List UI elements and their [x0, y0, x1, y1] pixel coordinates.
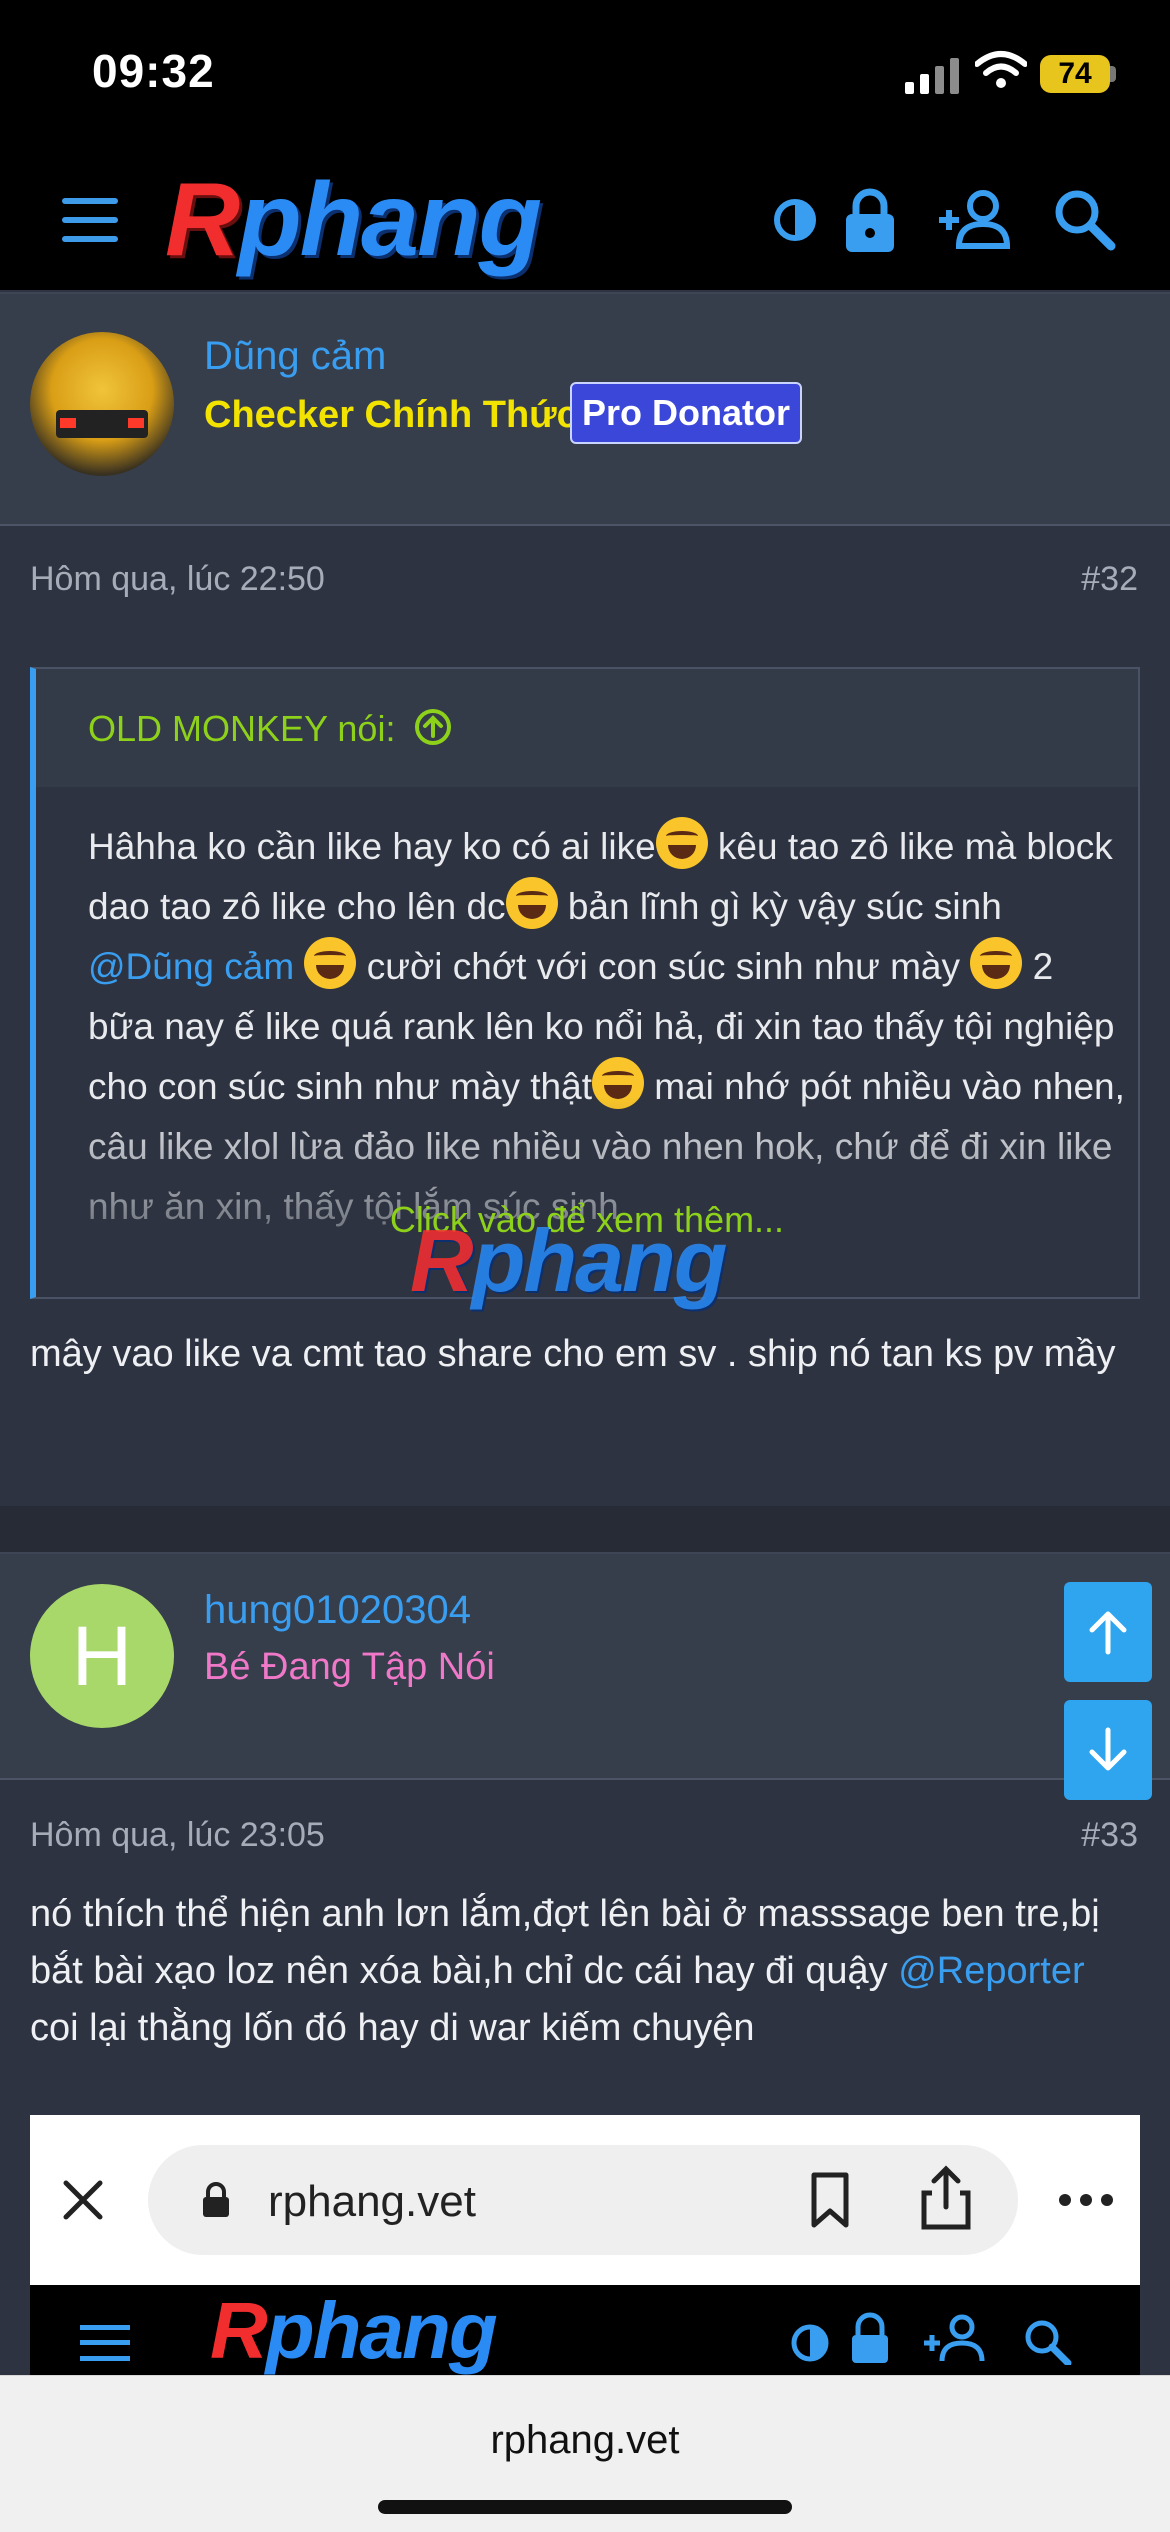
post-number[interactable]: #32: [1081, 560, 1138, 599]
user-avatar-letter[interactable]: H: [30, 1584, 174, 1728]
laughing-emoji-icon: [505, 877, 558, 929]
post-33-author-bar: H hung01020304 Bé Đang Tập Nói: [0, 1552, 1170, 1780]
close-icon: [63, 2180, 103, 2220]
browser-bottom-bar: rphang.vet: [0, 2375, 1170, 2532]
pro-donator-badge: Pro Donator: [570, 382, 803, 444]
mention-link[interactable]: @Reporter: [898, 1950, 1084, 1992]
laughing-emoji-icon: [655, 817, 708, 869]
wifi-icon: [975, 51, 1027, 88]
menu-icon[interactable]: [62, 198, 118, 242]
bookmark-icon: [811, 2172, 849, 2228]
quote-seg: bản lĩnh gì kỳ vậy súc sinh: [557, 886, 1002, 927]
home-indicator[interactable]: [378, 2500, 792, 2514]
embed-site-header: Rphang: [30, 2285, 1140, 2375]
logo-rest: phang: [238, 162, 542, 278]
post-number[interactable]: #33: [1081, 1816, 1138, 1855]
user-avatar[interactable]: [30, 332, 174, 476]
lock-icon: [203, 2182, 229, 2217]
search-icon[interactable]: [1045, 180, 1125, 260]
post-text-part: coi lại thằng lốn đó hay di war kiếm chu…: [30, 2007, 755, 2049]
battery-tail: [1110, 66, 1116, 82]
theme-toggle-icon[interactable]: [755, 180, 835, 260]
arrow-up-icon: [1089, 1611, 1127, 1655]
jump-to-post-icon[interactable]: [413, 707, 453, 747]
scroll-to-top-button[interactable]: [1064, 1582, 1152, 1682]
embed-url-text: rphang.vet: [268, 2177, 476, 2226]
logo-r: R: [165, 162, 240, 278]
status-time: 09:32: [92, 45, 215, 97]
post-date[interactable]: Hôm qua, lúc 22:50: [30, 560, 325, 599]
embedded-screenshot[interactable]: rphang.vet Rphang: [30, 2115, 1140, 2375]
post-separator: [0, 1506, 1170, 1552]
user-title: Checker Chính Thức: [204, 394, 578, 436]
site-header: Rphang: [0, 150, 1170, 290]
quote-seg: cười chớt với con súc sinh như mày: [356, 946, 971, 987]
post-content: nó thích thể hiện anh lơn lắm,đợt lên bà…: [30, 1886, 1140, 2057]
post-date[interactable]: Hôm qua, lúc 23:05: [30, 1816, 325, 1855]
quote-header: OLD MONKEY nói:: [36, 669, 1138, 787]
menu-icon: [80, 2325, 130, 2361]
add-user-icon[interactable]: [935, 180, 1015, 260]
embed-logo: Rphang: [210, 2286, 498, 2375]
post-content: mây vao like va cmt tao share cho em sv …: [30, 1333, 1116, 1375]
post-32-author-bar: Dũng cảm Checker Chính Thức Pro Donator: [0, 292, 1170, 526]
site-logo[interactable]: Rphang: [165, 168, 542, 272]
arrow-down-icon: [1089, 1727, 1127, 1771]
user-title: Bé Đang Tập Nói: [204, 1646, 495, 1688]
share-icon: [921, 2165, 971, 2230]
quote-block[interactable]: OLD MONKEY nói: Hâhha ko cần like hay ko…: [30, 667, 1140, 1299]
mention-link[interactable]: @Dũng cảm: [88, 946, 294, 987]
embed-header-icons: [791, 2312, 1072, 2365]
laughing-emoji-icon: [970, 937, 1023, 989]
status-bar: 09:32 74: [0, 0, 1170, 150]
scroll-to-bottom-button[interactable]: [1064, 1700, 1152, 1800]
cellular-signal-icon: [905, 58, 959, 94]
embed-url-field: rphang.vet: [148, 2145, 1018, 2255]
battery-indicator: 74: [1040, 55, 1110, 93]
more-icon: [1059, 2194, 1113, 2206]
quote-author-label: OLD MONKEY nói:: [88, 708, 396, 749]
page: 09:32 74 Rphang Dũng cảm Checker Chính T…: [0, 0, 1170, 2532]
laughing-emoji-icon: [304, 937, 357, 989]
embed-browser-bar: rphang.vet: [30, 2115, 1140, 2285]
lock-icon[interactable]: [830, 180, 910, 260]
username[interactable]: hung01020304: [204, 1588, 471, 1633]
username[interactable]: Dũng cảm: [204, 334, 386, 379]
quote-seg: Hâhha ko cần like hay ko có ai like: [88, 826, 656, 867]
quote-author[interactable]: OLD MONKEY nói:: [88, 707, 453, 750]
browser-url[interactable]: rphang.vet: [0, 2418, 1170, 2463]
watermark-logo: Rphang: [410, 1211, 728, 1310]
